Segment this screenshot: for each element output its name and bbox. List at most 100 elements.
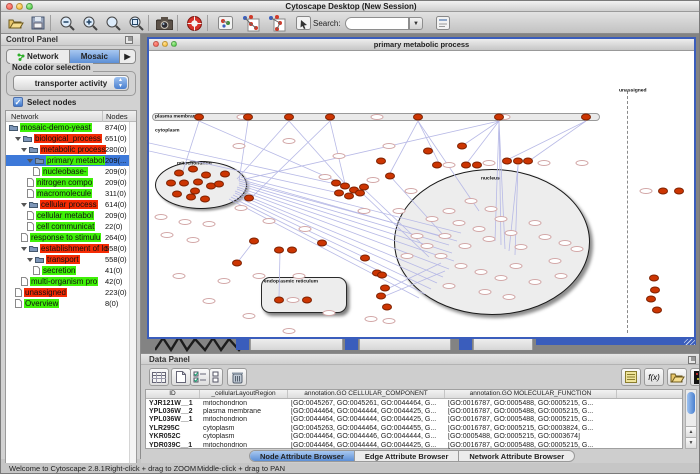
network-node[interactable] — [513, 158, 523, 165]
network-node[interactable] — [413, 114, 423, 121]
network-overlay-icon[interactable] — [241, 13, 261, 33]
heatmap-icon[interactable] — [690, 368, 700, 386]
table-row[interactable]: YDR039C__1mitochondrion[GO:0044464, GO:0… — [146, 441, 682, 449]
tab-overflow-arrow-icon[interactable]: ▶ — [120, 50, 135, 63]
network-node[interactable] — [287, 247, 297, 254]
network-node[interactable] — [646, 296, 656, 303]
scroll-up-icon[interactable]: ▲ — [686, 426, 696, 437]
network-node[interactable] — [284, 114, 294, 121]
tree-row[interactable]: metabolic process280(0) — [6, 144, 136, 155]
disclosure-triangle-icon[interactable] — [21, 148, 27, 152]
network-node[interactable] — [494, 114, 504, 121]
network-merge-icon[interactable] — [267, 13, 287, 33]
scrollbar-thumb[interactable] — [687, 392, 695, 414]
network-node[interactable] — [652, 307, 662, 314]
tab-mosaic[interactable]: Mosaic — [70, 50, 120, 63]
network-node[interactable] — [302, 297, 312, 304]
network-node[interactable] — [193, 179, 203, 186]
select-attributes-icon[interactable] — [149, 368, 169, 386]
network-node[interactable] — [385, 173, 395, 180]
column-header[interactable]: _cellularLayoutRegion — [200, 390, 288, 398]
network-node[interactable] — [457, 143, 467, 150]
tab-network-attribute-browser[interactable]: Network Attribute Browser — [459, 451, 574, 461]
network-node[interactable] — [380, 285, 390, 292]
zoom-out-icon[interactable] — [57, 13, 77, 33]
table-row[interactable]: YLR295Ccytoplasm[GO:0045263, GO:0044464,… — [146, 424, 682, 432]
minimize-button[interactable] — [16, 3, 23, 10]
network-node[interactable] — [179, 180, 189, 187]
snapshot-icon[interactable] — [154, 13, 174, 33]
new-attribute-icon[interactable] — [171, 368, 191, 386]
network-node[interactable] — [200, 196, 210, 203]
column-header[interactable]: annotation.GO MOLECULAR_FUNCTION — [445, 390, 617, 398]
column-header[interactable]: annotation.GO CELLULAR_COMPONENT — [288, 390, 445, 398]
select-nodes-checkbox[interactable]: ✓ — [13, 97, 23, 107]
network-node[interactable] — [502, 158, 512, 165]
disclosure-triangle-icon[interactable] — [15, 137, 21, 141]
network-node[interactable] — [472, 162, 482, 169]
open-session-icon[interactable] — [6, 13, 26, 33]
network-node[interactable] — [581, 114, 591, 121]
network-node[interactable] — [190, 188, 200, 195]
network-node[interactable] — [376, 158, 386, 165]
tree-row[interactable]: macromolecule311(0) — [6, 188, 136, 199]
zoom-fit-icon[interactable] — [103, 13, 123, 33]
layout-icon[interactable] — [215, 13, 235, 33]
network-node[interactable] — [344, 193, 354, 200]
network-canvas[interactable]: plasma membrane cytoplasm mitochondrion … — [149, 51, 694, 337]
tree-row[interactable]: unassigned223(0) — [6, 287, 136, 298]
network-node[interactable] — [432, 162, 442, 169]
float-panel-icon[interactable] — [688, 356, 696, 364]
tree-row[interactable]: establishment of lo558(0) — [6, 243, 136, 254]
tree-row[interactable]: response to stimulu264(0) — [6, 232, 136, 243]
table-row[interactable]: YPL036W__2plasma membrane[GO:0044464, GO… — [146, 407, 682, 415]
tree-scrollbar[interactable] — [129, 122, 136, 474]
network-node[interactable] — [166, 180, 176, 187]
network-node[interactable] — [201, 172, 211, 179]
search-dropdown-icon[interactable]: ▼ — [409, 17, 423, 30]
column-header[interactable]: ID — [146, 390, 200, 398]
tree-row[interactable]: transport558(0) — [6, 254, 136, 265]
network-node[interactable] — [274, 297, 284, 304]
disclosure-triangle-icon[interactable] — [27, 159, 33, 163]
disclosure-triangle-icon[interactable] — [21, 247, 27, 251]
tab-edge-attribute-browser[interactable]: Edge Attribute Browser — [355, 451, 459, 461]
network-node[interactable] — [377, 272, 387, 279]
network-node[interactable] — [220, 171, 230, 178]
network-node[interactable] — [674, 188, 684, 195]
network-node[interactable] — [334, 190, 344, 197]
network-node[interactable] — [214, 181, 224, 188]
network-node[interactable] — [649, 275, 659, 282]
tree-row[interactable]: primary metabol209(... — [6, 155, 136, 166]
tree-row[interactable]: Overview8(0) — [6, 298, 136, 309]
table-row[interactable]: YJR121W__1mitochondrion[GO:0045267, GO:0… — [146, 399, 682, 407]
attribute-checklist-icon[interactable] — [190, 368, 210, 386]
zoom-in-icon[interactable] — [80, 13, 100, 33]
network-node[interactable] — [355, 190, 365, 197]
tree-row[interactable]: secretion41(0) — [6, 265, 136, 276]
tree-row[interactable]: biological_process651(0) — [6, 133, 136, 144]
attribute-batch-icon[interactable] — [209, 368, 223, 386]
network-node[interactable] — [194, 114, 204, 121]
tab-node-attribute-browser[interactable]: Node Attribute Browser — [250, 451, 355, 461]
delete-attribute-icon[interactable] — [227, 368, 247, 386]
network-node[interactable] — [274, 247, 284, 254]
tree-row[interactable]: cellular metabol209(0) — [6, 210, 136, 221]
tree-row[interactable]: cell communicat22(0) — [6, 221, 136, 232]
network-node[interactable] — [650, 287, 660, 294]
network-node[interactable] — [382, 304, 392, 311]
disclosure-triangle-icon[interactable] — [21, 203, 27, 207]
network-node[interactable] — [317, 240, 327, 247]
help-icon[interactable] — [184, 13, 204, 33]
open-attribute-file-icon[interactable] — [667, 368, 687, 386]
table-row[interactable]: YPL036W__1mitochondrion[GO:0044464, GO:0… — [146, 416, 682, 424]
network-node[interactable] — [325, 114, 335, 121]
network-node[interactable] — [423, 148, 433, 155]
network-node[interactable] — [658, 188, 668, 195]
annotation-icon[interactable] — [293, 13, 313, 33]
search-settings-icon[interactable] — [433, 13, 453, 33]
table-row[interactable]: YKR052Ccytoplasm[GO:0044464, GO:0044446,… — [146, 433, 682, 441]
network-node[interactable] — [249, 238, 259, 245]
network-node[interactable] — [232, 260, 242, 267]
network-node[interactable] — [243, 114, 253, 121]
